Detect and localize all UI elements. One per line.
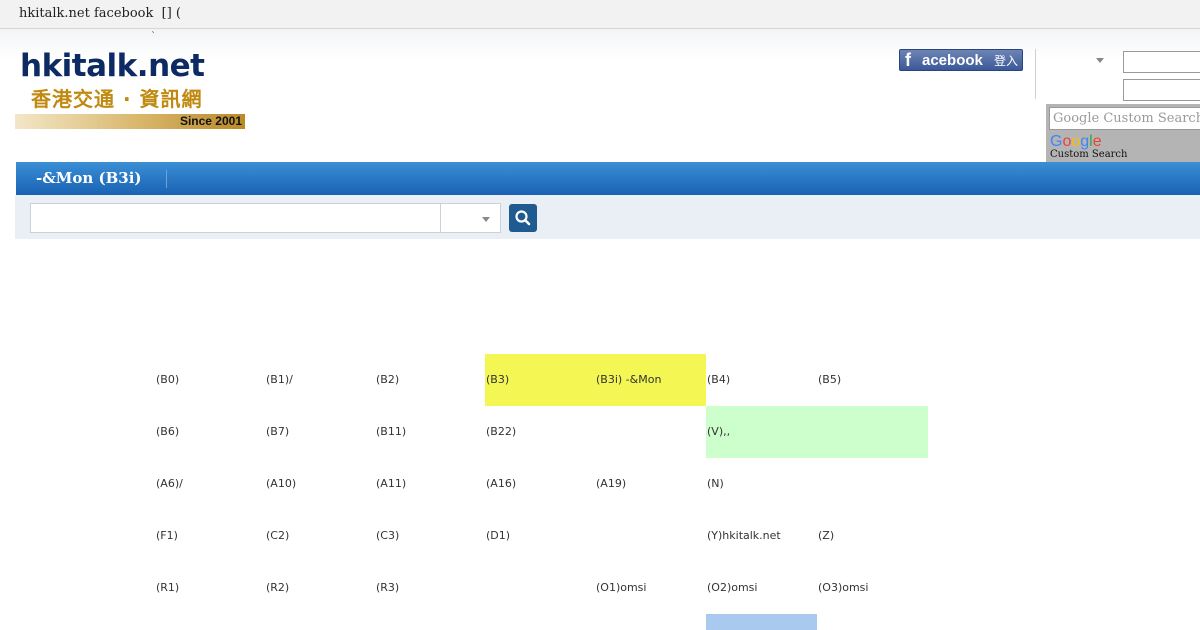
route-link[interactable]: (B5) <box>817 354 927 406</box>
search-button[interactable] <box>509 204 537 232</box>
route-cell-empty <box>817 406 927 458</box>
route-link[interactable]: (A10) <box>265 458 375 510</box>
search-category-select[interactable] <box>440 203 501 233</box>
google-search-caption: Custom Search <box>1050 149 1128 160</box>
route-link[interactable]: (R3) <box>375 562 485 614</box>
route-link[interactable]: (B3) <box>485 354 595 406</box>
logo-site-name: hkitalk.net <box>20 48 205 84</box>
route-link[interactable]: (B1)/ <box>265 354 375 406</box>
logo-since: Since 2001 <box>179 114 242 128</box>
search-input[interactable] <box>30 203 441 233</box>
route-cell-empty <box>485 562 595 614</box>
facebook-login-button[interactable]: f acebook 登入 <box>899 49 1023 71</box>
route-link[interactable]: (Z) <box>817 510 927 562</box>
route-link[interactable]: (F1) <box>155 510 265 562</box>
route-link[interactable]: (A16) <box>485 458 595 510</box>
route-link[interactable]: (N) <box>706 458 816 510</box>
window-title: hkitalk.net facebook [] ( <box>19 6 181 21</box>
login-divider <box>1035 49 1036 99</box>
route-link[interactable]: (B0) <box>155 354 265 406</box>
chevron-down-icon <box>482 217 490 222</box>
route-link[interactable]: (B7) <box>265 406 375 458</box>
password-field[interactable] <box>1123 79 1200 101</box>
nav-title[interactable]: -&Mon (B3i) <box>36 169 142 187</box>
route-link[interactable]: (O3)omsi <box>817 562 927 614</box>
route-link[interactable]: (A6)/ <box>155 458 265 510</box>
logo-tagline: 香港交通 · 資訊網 <box>31 87 203 111</box>
route-link[interactable]: (O2)omsi <box>706 562 816 614</box>
route-highlight-blue <box>706 614 817 630</box>
route-link[interactable]: (C3) <box>375 510 485 562</box>
route-link[interactable]: (B22) <box>485 406 595 458</box>
route-link[interactable]: (D1) <box>485 510 595 562</box>
route-cell-empty <box>595 406 705 458</box>
search-icon <box>515 210 531 226</box>
facebook-icon: f <box>905 50 911 70</box>
route-link[interactable]: (B3i) -&Mon <box>595 354 705 406</box>
route-link[interactable]: (O1)omsi <box>595 562 705 614</box>
site-logo[interactable]: hkitalk.net 香港交通 · 資訊網 Since 2001 <box>15 39 245 129</box>
nav-divider <box>166 170 167 188</box>
route-link[interactable]: (A11) <box>375 458 485 510</box>
route-cell-empty <box>817 458 927 510</box>
route-link[interactable]: (Y)hkitalk.net <box>706 510 816 562</box>
route-link[interactable]: (B4) <box>706 354 816 406</box>
facebook-brand-label: acebook <box>922 52 983 69</box>
google-search-input[interactable]: Google Custom Search <box>1049 107 1200 130</box>
chevron-down-icon[interactable] <box>1096 58 1104 63</box>
facebook-login-label: 登入 <box>994 54 1019 68</box>
route-link[interactable]: (B6) <box>155 406 265 458</box>
route-link[interactable]: (R2) <box>265 562 375 614</box>
route-link[interactable]: (B2) <box>375 354 485 406</box>
navigation-bar: -&Mon (B3i) <box>16 162 1200 195</box>
route-link[interactable]: (B11) <box>375 406 485 458</box>
route-cell-empty <box>595 510 705 562</box>
route-link[interactable]: (R1) <box>155 562 265 614</box>
route-link[interactable]: (V),, <box>706 406 816 458</box>
route-link[interactable]: (C2) <box>265 510 375 562</box>
window-title-bar: hkitalk.net facebook [] ( <box>0 0 1200 29</box>
route-link[interactable]: (A19) <box>595 458 705 510</box>
username-field[interactable] <box>1123 51 1200 73</box>
